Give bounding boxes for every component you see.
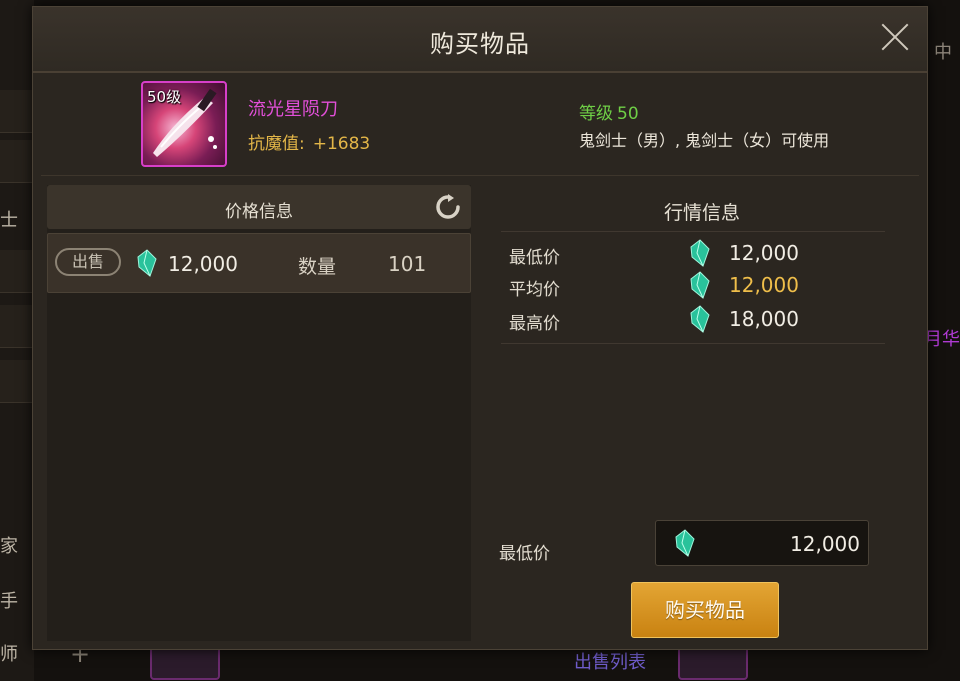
required-level-label: 等级 [579,104,613,124]
min-price-value: 12,000 [790,532,860,556]
market-row-value: 18,000 [729,307,799,331]
divider [41,175,919,176]
background-sidebar-label: 师 [0,644,18,665]
background-tab [0,305,34,348]
listing-price: 12,000 [168,252,238,276]
gem-currency-icon [690,305,710,333]
listing-row[interactable]: 出售 12,000 数量 101 [47,233,471,293]
price-info-title: 价格信息 [225,202,293,222]
background-item-slot [150,646,220,680]
required-level-value: 50 [617,104,639,124]
market-row-min: 最低价 12,000 [509,239,909,268]
item-stat-value: +1683 [312,134,371,154]
background-tab [0,360,34,403]
close-icon[interactable] [879,21,911,53]
item-stat: 抗魔值: +1683 [248,129,370,154]
background-label: 中 [934,42,952,63]
price-info-panel: 价格信息 出售 12,000 数量 101 [47,185,471,641]
quantity-value: 101 [388,252,427,276]
market-row-label: 平均价 [509,280,560,300]
market-info-title: 行情信息 [663,202,740,224]
buy-item-button[interactable]: 购买物品 [631,582,779,638]
purchase-dialog: 购买物品 50级 流光星陨刀 抗魔值: +1683 等级 50 鬼剑士（男）, 鬼剑… [32,6,928,650]
divider [501,343,885,344]
item-icon[interactable]: 50级 [141,81,227,167]
background-sidebar-label: 家 [0,536,18,557]
divider [501,231,885,232]
gem-currency-icon [690,271,710,299]
min-price-field[interactable]: 12,000 [655,520,869,566]
item-stat-label: 抗魔值: [248,134,305,154]
item-level-badge: 50级 [147,88,182,106]
background-item-slot [678,646,748,680]
market-row-average: 平均价 12,000 [509,271,909,300]
background-sidebar: 士 家 手 师 [0,0,34,681]
market-info-panel: 行情信息 最低价 12,000 平均价 12,000 最高价 18,000 最低… [481,185,923,641]
market-row-label: 最低价 [509,248,560,268]
background-tab [0,90,34,133]
market-row-value: 12,000 [729,241,799,265]
sale-list-link[interactable]: 出售列表 [574,648,646,674]
refresh-icon[interactable] [435,194,461,220]
background-item-name: 月华 [924,329,960,350]
item-name: 流光星陨刀 [248,99,338,120]
market-row-max: 最高价 18,000 [509,305,909,334]
background-tab [0,250,34,293]
gem-currency-icon [137,249,157,277]
item-required-level: 等级 50 [579,99,639,124]
price-info-header: 价格信息 [47,185,471,229]
gem-currency-icon [690,239,710,267]
dialog-title: 购买物品 [430,30,530,58]
sell-badge: 出售 [55,248,121,276]
gem-currency-icon [675,529,695,557]
min-price-label: 最低价 [499,544,550,564]
quantity-label: 数量 [298,256,337,278]
market-row-value: 12,000 [729,273,799,297]
background-sidebar-label: 手 [0,591,18,612]
background-sidebar-label: 士 [0,210,18,231]
dialog-title-bar: 购买物品 [33,7,927,73]
background-tab [0,140,34,183]
item-usable-classes: 鬼剑士（男）, 鬼剑士（女）可使用 [579,131,830,150]
market-row-label: 最高价 [509,314,560,334]
